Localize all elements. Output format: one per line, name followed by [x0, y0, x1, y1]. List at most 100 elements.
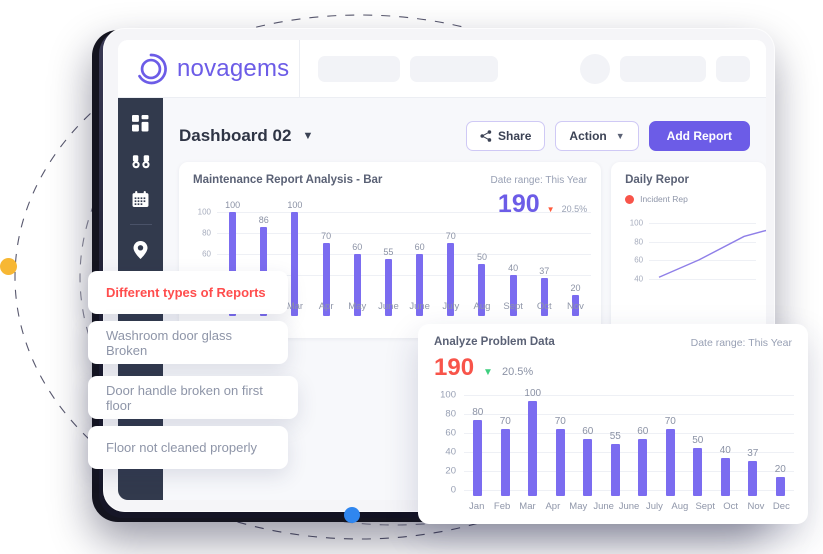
- bar-value-label: 60: [414, 241, 425, 252]
- bar: [528, 400, 538, 496]
- bar-value-label: 70: [664, 416, 676, 428]
- sidebar-divider: [129, 224, 152, 225]
- y-tick: 80: [202, 228, 211, 238]
- bar-value-label: 20: [774, 463, 786, 475]
- bar-value-label: 70: [554, 416, 566, 428]
- x-tick-label: Feb: [493, 500, 511, 512]
- bar-value-label: 60: [582, 425, 594, 437]
- topbar-skeleton-d: [716, 55, 750, 82]
- bar-value-label: 70: [499, 416, 511, 428]
- bar-value-label: 50: [692, 435, 704, 447]
- bar-column[interactable]: 80: [464, 390, 492, 496]
- tooltip-text: Washroom door glass Broken: [106, 327, 232, 358]
- x-tick-label: Apr: [545, 500, 561, 512]
- tooltip-text: Floor not cleaned properly: [106, 440, 258, 455]
- calendar-icon: [132, 190, 149, 207]
- date-range-label: Date range: This Year: [690, 337, 792, 349]
- ring-logo-icon: [138, 53, 167, 84]
- bar: [775, 476, 785, 496]
- bar-column[interactable]: 60: [574, 390, 602, 496]
- daily-report-card: Daily Repor Incident Rep 100 80 60 40: [611, 162, 766, 338]
- bar-column[interactable]: 40: [712, 390, 740, 496]
- bar: [748, 460, 758, 496]
- chevron-down-icon: ▼: [615, 131, 625, 141]
- page-title: Dashboard 02: [179, 126, 292, 145]
- sidebar-item-watch[interactable]: [127, 148, 155, 174]
- y-axis: 100 80 60 40 20 0: [434, 389, 460, 516]
- sidebar-item-locations[interactable]: [127, 237, 155, 263]
- bar-value-label: 50: [476, 252, 487, 263]
- bar: [583, 438, 593, 496]
- bar: [500, 429, 510, 496]
- tooltip-card-door-handle[interactable]: Door handle broken on first floor: [88, 376, 298, 419]
- topbar-skeleton-c: [620, 55, 706, 82]
- sidebar-item-schedule[interactable]: [127, 186, 155, 212]
- bar: [693, 448, 703, 496]
- bar-value-label: 100: [225, 200, 241, 211]
- bar-value-label: 60: [637, 425, 649, 437]
- bar-column[interactable]: 100: [519, 387, 547, 496]
- y-tick: 80: [634, 237, 644, 247]
- decor-blue-dot: [344, 507, 360, 523]
- bar-value-label: 100: [524, 387, 542, 399]
- bar-column[interactable]: 55: [602, 390, 630, 496]
- bar-value-label: 40: [719, 444, 731, 456]
- add-report-button[interactable]: Add Report: [648, 121, 750, 151]
- bar-value-label: 100: [287, 200, 303, 211]
- app-topbar: novagems: [118, 40, 766, 98]
- tooltip-card-washroom[interactable]: Washroom door glass Broken: [88, 321, 288, 364]
- daily-chart-plot: 100 80 60 40: [625, 214, 766, 316]
- share-icon: [480, 130, 492, 142]
- bar-value-label: 55: [609, 430, 621, 442]
- brand-name: novagems: [177, 54, 290, 82]
- x-tick-label: Oct: [723, 500, 738, 512]
- sidebar-item-dashboard[interactable]: [127, 110, 155, 136]
- x-tick-label: Aug: [473, 300, 491, 312]
- bar-value-label: 70: [445, 231, 456, 242]
- page-header: Dashboard 02 ▼ Share Action ▼ Add Report: [163, 98, 766, 158]
- action-dropdown-button[interactable]: Action ▼: [555, 121, 639, 151]
- tooltip-card-floor[interactable]: Floor not cleaned properly: [88, 426, 288, 469]
- chevron-down-icon[interactable]: ▼: [302, 130, 313, 142]
- y-tick: 0: [450, 484, 456, 496]
- x-tick-label: Mar: [519, 500, 536, 512]
- y-tick: 60: [445, 427, 456, 439]
- y-tick: 40: [634, 274, 644, 284]
- bar-column[interactable]: 60: [629, 390, 657, 496]
- y-tick: 80: [445, 408, 456, 420]
- brand-logo[interactable]: novagems: [118, 40, 300, 98]
- y-tick: 100: [197, 207, 211, 217]
- bar: [720, 457, 730, 496]
- y-tick: 60: [634, 255, 644, 265]
- topbar-avatar-placeholder: [580, 53, 610, 84]
- x-tick-label: June: [409, 300, 430, 312]
- bar-column[interactable]: 70: [492, 390, 520, 496]
- legend: Incident Rep: [625, 194, 752, 204]
- add-report-label: Add Report: [666, 129, 732, 143]
- x-tick-label: June: [378, 300, 399, 312]
- x-tick-label: May: [569, 500, 588, 512]
- tooltip-card-reports[interactable]: Different types of Reports: [88, 271, 288, 314]
- screenshot-stage: novagems Dashboard 02 ▼ Share Action ▼ A…: [0, 0, 823, 554]
- x-tick-label: Dec: [772, 500, 790, 512]
- date-range-label: Date range: This Year: [490, 175, 588, 186]
- kpi-value: 190: [434, 354, 475, 381]
- y-tick: 100: [629, 218, 644, 228]
- share-label: Share: [498, 129, 532, 143]
- bar-column[interactable]: 20: [767, 390, 795, 496]
- bar: [555, 429, 565, 496]
- y-tick: 40: [445, 446, 456, 458]
- analyze-chart-plot: 100 80 60 40 20 0 80 70 100 70 60 55 60 70 50 40 37 20 J…: [434, 387, 795, 516]
- x-tick-label: June: [618, 500, 640, 512]
- bar-value-label: 40: [508, 262, 519, 273]
- bar-column[interactable]: 70: [547, 390, 575, 496]
- y-tick: 100: [440, 389, 456, 401]
- x-tick-label: Nov: [747, 500, 765, 512]
- bar-column[interactable]: 50: [684, 390, 712, 496]
- bar-value-label: 20: [570, 283, 581, 294]
- share-button[interactable]: Share: [466, 121, 546, 151]
- bar-column[interactable]: 37: [739, 390, 767, 496]
- x-tick-label: Nov: [567, 300, 584, 312]
- bar-column[interactable]: 70: [657, 390, 685, 496]
- x-tick-label: Apr: [318, 300, 334, 312]
